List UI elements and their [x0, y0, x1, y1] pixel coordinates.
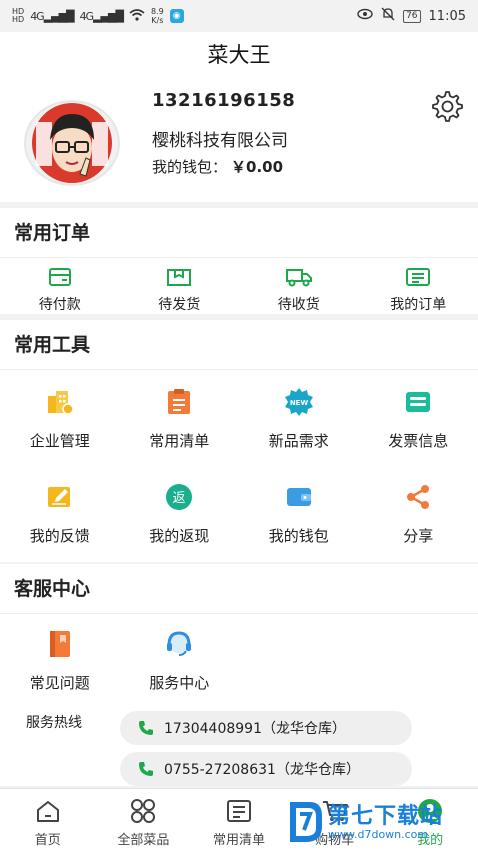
box-icon	[120, 266, 240, 288]
hotline-number: 17304408991（龙华仓库）	[164, 721, 346, 737]
tab-common-list[interactable]: 常用清单	[191, 789, 287, 850]
tools-row-1: 企业管理 常用清单 NEW 新品需求 发票信息	[0, 370, 478, 451]
service-center[interactable]: 服务中心	[120, 628, 240, 693]
watermark-url: www.d7down.com	[328, 828, 429, 841]
watermark-text: 第七下载站	[328, 804, 444, 829]
tool-cashback[interactable]: 返 我的返现	[120, 481, 240, 546]
tools-section: 常用工具 企业管理 常用清单 NEW 新品需求 发票信息 我的反馈 返 我的返现…	[0, 320, 478, 562]
tool-label: 我的返现	[149, 527, 210, 545]
order-my-orders[interactable]: 我的订单	[359, 266, 478, 314]
signal-1: 4G▂▄▆█	[30, 9, 74, 23]
service-title: 客服中心	[0, 564, 478, 614]
eye-icon	[357, 8, 373, 24]
orders-title: 常用订单	[0, 208, 478, 258]
book-icon	[0, 628, 120, 660]
tools-row-2: 我的反馈 返 我的返现 我的钱包 分享	[0, 451, 478, 546]
app-notification-icon: ◉	[169, 9, 184, 23]
share-icon	[359, 481, 478, 513]
tool-label: 发票信息	[388, 432, 449, 450]
net-speed: 8.9 K/s	[150, 7, 164, 25]
tool-share[interactable]: 分享	[359, 481, 478, 546]
home-icon	[0, 797, 96, 825]
list-icon	[191, 797, 287, 825]
hd-indicator: HD HD	[12, 7, 25, 24]
orders-section: 常用订单 待付款 待发货 待收货 我的订单	[0, 208, 478, 314]
wallet-label: 我的钱包：	[152, 158, 228, 176]
status-bar: HD HD 4G▂▄▆█ 4G▂▄▆█ 8.9 K/s ◉ 76 11:05	[0, 0, 478, 32]
order-pending-payment[interactable]: 待付款	[0, 266, 120, 314]
cashback-icon: 返	[120, 481, 240, 513]
tab-label: 首页	[34, 833, 61, 848]
hotline-label: 服务热线	[26, 715, 82, 731]
tool-label: 常用清单	[149, 432, 210, 450]
wallet-icon	[239, 481, 359, 513]
service-label: 服务中心	[149, 674, 210, 692]
tool-new-product[interactable]: NEW 新品需求	[239, 386, 359, 451]
service-faq[interactable]: 常见问题	[0, 628, 120, 693]
service-row: 常见问题 服务中心	[0, 614, 478, 693]
tool-label: 我的钱包	[268, 527, 329, 545]
edit-icon	[0, 481, 120, 513]
mute-bell-icon	[381, 7, 395, 25]
tool-label: 新品需求	[268, 432, 329, 450]
tab-home[interactable]: 首页	[0, 789, 96, 850]
tab-all-dishes[interactable]: 全部菜品	[96, 789, 192, 850]
hotline-number: 0755-27208631（龙华仓库）	[164, 762, 360, 778]
tool-label: 我的反馈	[29, 527, 90, 545]
wifi-icon	[129, 8, 145, 24]
tool-label: 分享	[403, 527, 434, 545]
svg-text:NEW: NEW	[290, 399, 309, 407]
tool-wallet[interactable]: 我的钱包	[239, 481, 359, 546]
order-pending-receipt[interactable]: 待收货	[239, 266, 359, 314]
watermark: 第七下载站 www.d7down.com	[286, 796, 478, 850]
tool-feedback[interactable]: 我的反馈	[0, 481, 120, 546]
invoice-icon	[359, 386, 478, 418]
status-left: HD HD 4G▂▄▆█ 4G▂▄▆█ 8.9 K/s ◉	[12, 7, 184, 25]
wallet-card-icon	[0, 266, 120, 288]
building-icon	[0, 386, 120, 418]
watermark-logo-icon	[290, 802, 322, 842]
company-name: 樱桃科技有限公司	[152, 131, 288, 151]
signal-2: 4G▂▄▆█	[79, 9, 124, 23]
battery-indicator: 76	[403, 9, 421, 23]
truck-icon	[239, 266, 359, 288]
tool-label: 企业管理	[29, 432, 90, 450]
tool-invoice[interactable]: 发票信息	[359, 386, 478, 451]
status-right: 76 11:05	[357, 7, 466, 25]
svg-text:返: 返	[173, 491, 186, 506]
hotline-1[interactable]: 17304408991（龙华仓库）	[120, 711, 412, 745]
user-phone: 13216196158	[152, 90, 296, 111]
profile-card: 13216196158 樱桃科技有限公司 我的钱包： ￥0.00	[0, 78, 478, 202]
headset-icon	[120, 628, 240, 660]
new-badge-icon: NEW	[239, 386, 359, 418]
wallet-balance[interactable]: 我的钱包： ￥0.00	[152, 156, 283, 177]
hotline-2[interactable]: 0755-27208631（龙华仓库）	[120, 752, 412, 786]
tab-label: 全部菜品	[117, 833, 170, 848]
tool-common-list[interactable]: 常用清单	[120, 386, 240, 451]
avatar[interactable]	[24, 100, 120, 186]
phone-icon	[138, 720, 154, 736]
clipboard-icon	[120, 386, 240, 418]
page-title: 菜大王	[0, 32, 478, 78]
tab-label: 常用清单	[212, 833, 265, 848]
wallet-value: ￥0.00	[231, 158, 284, 176]
order-pending-shipment[interactable]: 待发货	[120, 266, 240, 314]
grid-icon	[96, 797, 192, 825]
settings-gear-icon[interactable]	[428, 88, 464, 124]
order-label: 待付款	[38, 297, 81, 313]
order-list-icon	[359, 266, 478, 288]
tool-enterprise[interactable]: 企业管理	[0, 386, 120, 451]
tools-title: 常用工具	[0, 320, 478, 370]
order-label: 待发货	[158, 297, 201, 313]
order-label: 我的订单	[390, 297, 447, 313]
orders-row: 待付款 待发货 待收货 我的订单	[0, 258, 478, 314]
clock: 11:05	[428, 8, 466, 24]
service-label: 常见问题	[29, 674, 90, 692]
order-label: 待收货	[277, 297, 320, 313]
phone-icon	[138, 761, 154, 777]
